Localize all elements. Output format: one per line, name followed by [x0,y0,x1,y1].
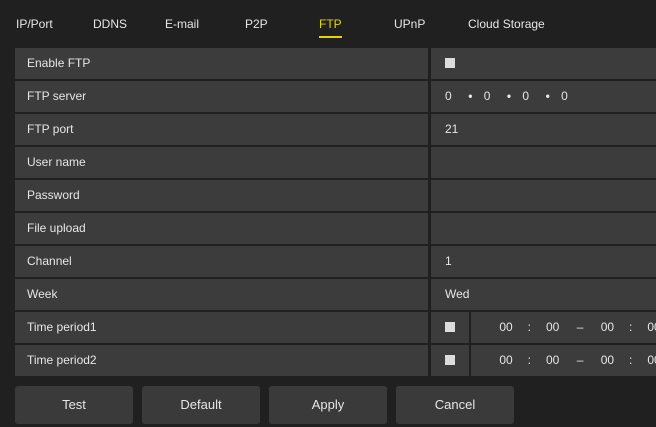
tab-ftp[interactable]: FTP [319,17,342,38]
time-period1-start-hour[interactable]: 00 [497,312,515,343]
test-button[interactable]: Test [15,386,133,424]
active-tab-indicator [319,36,342,38]
ftp-port-row: FTP port 21 [15,114,656,145]
channel-row: Channel 1 [15,246,656,277]
time-period2-row: Time period2 00 : 00 – 00 : 00 [15,345,656,376]
enable-ftp-checkbox[interactable] [445,57,455,68]
week-select[interactable]: Wed [431,279,656,310]
time-period2-end-hour[interactable]: 00 [598,345,616,376]
ip-separator: • [468,89,473,103]
tab-ftp-label: FTP [319,17,342,31]
time-dash: – [576,353,584,367]
time-period2-start-hour[interactable]: 00 [497,345,515,376]
time-period1-end-minute[interactable]: 00 [645,312,656,343]
tab-upnp[interactable]: UPnP [394,17,425,31]
password-label: Password [15,180,428,211]
week-label: Week [15,279,428,310]
file-upload-row: File upload [15,213,656,244]
ftp-settings-form: Enable FTP FTP server 0 • 0 • 0 • 0 FTP … [15,48,656,378]
time-period1-end-hour[interactable]: 00 [598,312,616,343]
apply-button[interactable]: Apply [269,386,387,424]
cancel-button[interactable]: Cancel [396,386,514,424]
ftp-server-octet-3[interactable]: 0 [522,81,534,112]
tab-ip-port[interactable]: IP/Port [16,17,53,31]
time-period2-check-cell [431,345,469,376]
channel-label: Channel [15,246,428,277]
time-period2-range[interactable]: 00 : 00 – 00 : 00 [471,345,656,376]
ftp-server-label: FTP server [15,81,428,112]
ftp-port-label: FTP port [15,114,428,145]
password-input[interactable] [431,180,656,211]
ftp-server-input[interactable]: 0 • 0 • 0 • 0 [431,81,656,112]
password-row: Password [15,180,656,211]
time-period2-checkbox[interactable] [445,354,455,365]
tab-ddns[interactable]: DDNS [93,17,127,31]
week-row: Week Wed [15,279,656,310]
time-period1-check-cell [431,312,469,343]
time-colon: : [629,353,633,367]
ftp-server-octet-1[interactable]: 0 [445,81,457,112]
time-period1-start-minute[interactable]: 00 [544,312,562,343]
time-period2-start-minute[interactable]: 00 [544,345,562,376]
time-colon: : [527,320,532,334]
time-colon: : [629,320,633,334]
time-period2-end-minute[interactable]: 00 [645,345,656,376]
default-button[interactable]: Default [142,386,260,424]
tab-p2p[interactable]: P2P [245,17,268,31]
tab-email[interactable]: E-mail [165,17,199,31]
tab-cloud-storage[interactable]: Cloud Storage [468,17,545,31]
time-period1-range[interactable]: 00 : 00 – 00 : 00 [471,312,656,343]
enable-ftp-row: Enable FTP [15,48,656,79]
time-dash: – [576,320,584,334]
user-name-input[interactable] [431,147,656,178]
ftp-server-octet-2[interactable]: 0 [484,81,496,112]
time-period1-label: Time period1 [15,312,428,343]
ip-separator: • [506,89,512,103]
time-period1-row: Time period1 00 : 00 – 00 : 00 [15,312,656,343]
enable-ftp-label: Enable FTP [15,48,428,79]
time-period1-checkbox[interactable] [445,321,455,332]
time-period2-label: Time period2 [15,345,428,376]
ftp-server-row: FTP server 0 • 0 • 0 • 0 [15,81,656,112]
user-name-label: User name [15,147,428,178]
user-name-row: User name [15,147,656,178]
enable-ftp-cell [431,48,656,79]
file-upload-input[interactable] [431,213,656,244]
time-colon: : [527,353,532,367]
file-upload-label: File upload [15,213,428,244]
ftp-port-input[interactable]: 21 [431,114,656,145]
ip-separator: • [545,89,550,103]
ftp-server-octet-4[interactable]: 0 [561,81,573,112]
tab-bar: IP/Port DDNS E-mail P2P FTP UPnP Cloud S… [0,0,656,40]
channel-select[interactable]: 1 [431,246,656,277]
